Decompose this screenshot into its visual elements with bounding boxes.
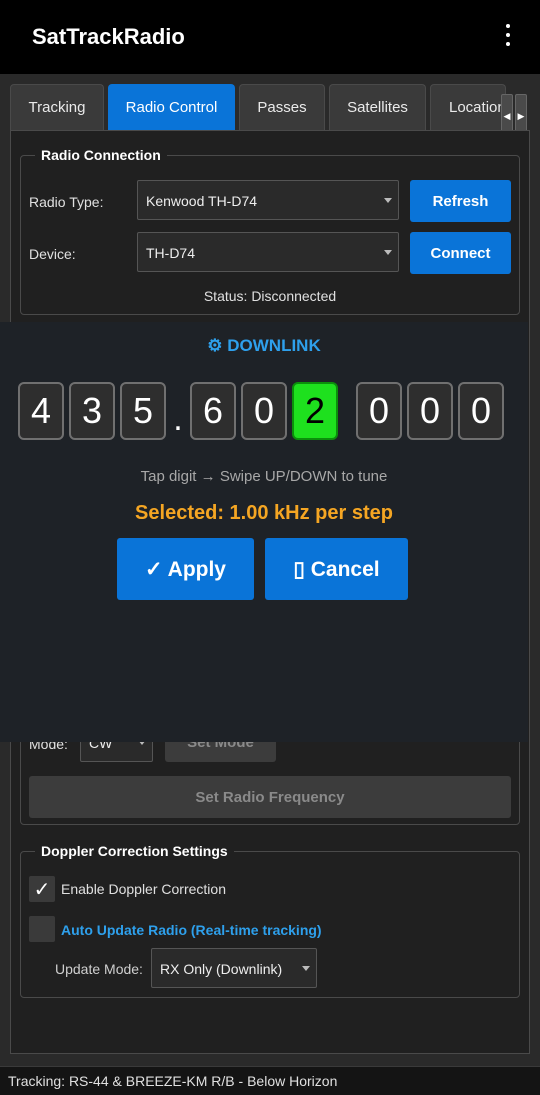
device-label: Device: xyxy=(29,246,76,262)
doppler-settings-title: Doppler Correction Settings xyxy=(35,843,234,859)
frequency-digit[interactable]: 4 xyxy=(18,382,64,440)
connection-status: Status: Disconnected xyxy=(203,288,337,304)
device-value: TH-D74 xyxy=(146,245,196,261)
update-mode-label: Update Mode: xyxy=(55,961,143,977)
app-bar: SatTrackRadio xyxy=(0,0,540,74)
radio-type-select[interactable]: Kenwood TH-D74 xyxy=(137,180,399,220)
app-title: SatTrackRadio xyxy=(32,24,185,49)
downlink-header: ⚙ DOWNLINK xyxy=(0,336,528,356)
tab-radio-control[interactable]: Radio Control xyxy=(108,84,235,130)
frequency-digit[interactable]: 6 xyxy=(190,382,236,440)
decimal-point: . xyxy=(173,400,183,438)
radio-type-label: Radio Type: xyxy=(29,194,104,210)
connect-button[interactable]: Connect xyxy=(410,232,511,274)
gear-icon: ⚙ xyxy=(207,336,223,355)
dropdown-arrow-icon xyxy=(384,250,392,255)
enable-doppler-checkbox[interactable]: ✓ xyxy=(29,876,55,902)
radio-connection-group: Radio Connection Radio Type: Kenwood TH-… xyxy=(20,147,520,315)
downlink-title: DOWNLINK xyxy=(227,336,321,355)
frequency-digit-selected[interactable]: 2 xyxy=(292,382,338,440)
update-mode-select[interactable]: RX Only (Downlink) xyxy=(151,948,317,988)
set-radio-frequency-button[interactable]: Set Radio Frequency xyxy=(29,776,511,818)
tab-location[interactable]: Location xyxy=(430,84,506,130)
doppler-settings-group: Doppler Correction Settings ✓ Enable Dop… xyxy=(20,843,520,998)
tuning-hint: Tap digit → Swipe UP/DOWN to tune xyxy=(140,468,388,485)
main-content: Tracking Radio Control Passes Satellites… xyxy=(0,74,540,1066)
refresh-button[interactable]: Refresh xyxy=(410,180,511,222)
tab-satellites[interactable]: Satellites xyxy=(329,84,426,130)
status-bar: Tracking: RS-44 & BREEZE-KM R/B - Below … xyxy=(0,1066,540,1095)
tab-bar: Tracking Radio Control Passes Satellites… xyxy=(10,84,530,138)
dropdown-arrow-icon xyxy=(384,198,392,203)
enable-doppler-label: Enable Doppler Correction xyxy=(61,881,226,897)
dropdown-arrow-icon xyxy=(302,966,310,971)
frequency-digit[interactable]: 3 xyxy=(69,382,115,440)
overflow-menu-icon[interactable] xyxy=(504,24,512,50)
checkmark-icon: ✓ xyxy=(33,878,51,901)
frequency-digit[interactable]: 0 xyxy=(407,382,453,440)
frequency-digit[interactable]: 0 xyxy=(356,382,402,440)
update-mode-value: RX Only (Downlink) xyxy=(160,961,283,977)
device-select[interactable]: TH-D74 xyxy=(137,232,399,272)
cancel-button[interactable]: ▯ Cancel xyxy=(265,538,408,600)
radio-connection-title: Radio Connection xyxy=(35,147,167,163)
auto-update-label: Auto Update Radio (Real-time tracking) xyxy=(61,922,322,938)
auto-update-checkbox[interactable] xyxy=(29,916,55,942)
radio-type-value: Kenwood TH-D74 xyxy=(146,193,258,209)
frequency-digit[interactable]: 5 xyxy=(120,382,166,440)
frequency-tuner-dialog: ⚙ DOWNLINK 435.602000 Tap digit → Swipe … xyxy=(0,322,528,742)
tab-passes[interactable]: Passes xyxy=(239,84,325,130)
selected-step: Selected: 1.00 kHz per step xyxy=(135,502,393,524)
tab-tracking[interactable]: Tracking xyxy=(10,84,104,130)
frequency-digit[interactable]: 0 xyxy=(458,382,504,440)
apply-button[interactable]: ✓ Apply xyxy=(117,538,254,600)
frequency-digit[interactable]: 0 xyxy=(241,382,287,440)
